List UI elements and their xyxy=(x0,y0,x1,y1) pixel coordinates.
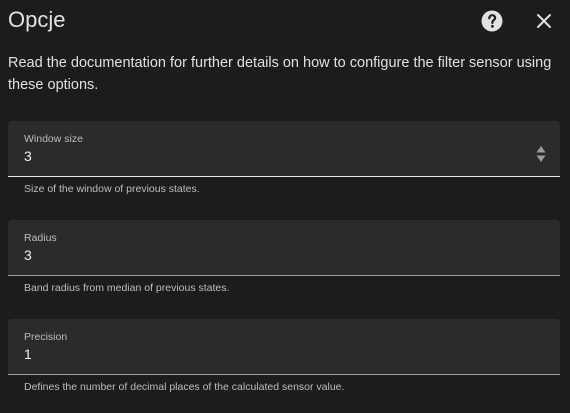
precision-helper: Defines the number of decimal places of … xyxy=(24,381,345,393)
dialog-header: Opcje xyxy=(8,6,562,36)
up-down-stepper-icon xyxy=(536,146,546,162)
precision-field[interactable]: Precision 1 xyxy=(8,319,560,375)
window-size-stepper[interactable] xyxy=(536,145,546,163)
dialog-description: Read the documentation for further detai… xyxy=(8,55,552,93)
radius-field[interactable]: Radius 3 xyxy=(8,220,560,276)
help-button[interactable] xyxy=(480,9,504,33)
window-size-label: Window size xyxy=(24,133,83,145)
precision-label: Precision xyxy=(24,331,68,343)
precision-value[interactable]: 1 xyxy=(24,346,32,362)
close-button[interactable] xyxy=(532,9,556,33)
window-size-helper: Size of the window of previous states. xyxy=(24,183,200,195)
dialog-title: Opcje xyxy=(8,7,66,32)
window-size-field[interactable]: Window size 3 xyxy=(8,121,560,177)
radius-value[interactable]: 3 xyxy=(24,247,32,263)
help-circle-icon xyxy=(481,10,503,32)
radius-helper: Band radius from median of previous stat… xyxy=(24,282,230,294)
options-dialog: Opcje Read the documentation for further… xyxy=(0,0,570,413)
radius-label: Radius xyxy=(24,232,57,244)
window-size-value[interactable]: 3 xyxy=(24,148,32,164)
close-icon xyxy=(537,14,551,28)
